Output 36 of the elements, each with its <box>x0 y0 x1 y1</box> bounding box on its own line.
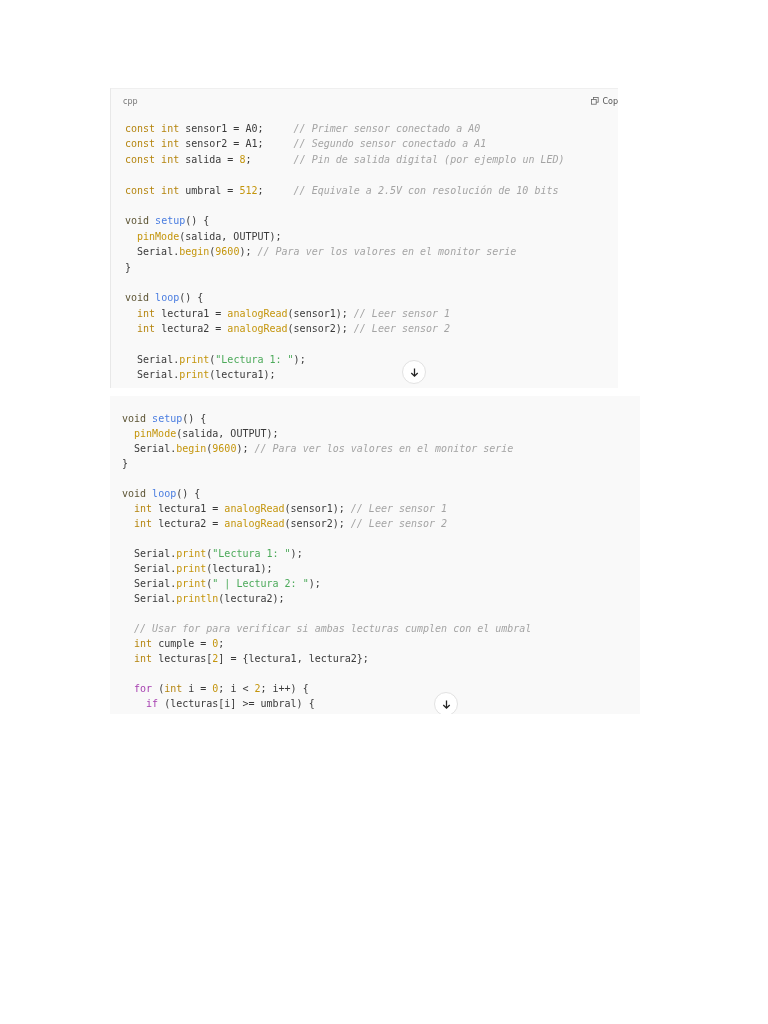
code-line: const int salida = 8; // Pin de salida digital (por ejemplo un LED) <box>125 153 565 165</box>
code-line: const int sensor1 = A0; // Primer sensor conectado a A0 <box>125 123 481 134</box>
arrow-down-icon <box>440 698 452 710</box>
code-line: } <box>122 458 129 469</box>
code-line: Serial.print("Lectura 1: "); <box>136 353 306 365</box>
code-line: } <box>125 261 132 273</box>
code-line: // Usar for para verificar si ambas lecturas cumplen con el umbral <box>133 623 532 634</box>
code-line: pinMode(salida, OUTPUT); <box>136 230 282 242</box>
code-line: pinMode(salida, OUTPUT); <box>133 428 279 439</box>
code-line: if (lecturas[i] >= umbral) { <box>145 698 315 709</box>
code-line: void setup() { <box>122 413 207 424</box>
code-line: void setup() { <box>125 215 210 227</box>
copy-button[interactable]: Cop <box>591 96 618 106</box>
code-line: int lectura1 = analogRead(sensor1); // Leer sensor 1 <box>136 307 451 319</box>
scroll-down-button[interactable] <box>434 692 458 714</box>
code-line: Serial.print("Lectura 1: "); <box>133 548 303 559</box>
code-line: void loop() { <box>125 292 204 304</box>
code-line: Serial.begin(9600); // Para ver los valores en el monitor serie <box>133 443 514 454</box>
code-line: const int sensor2 = A1; // Segundo sensor conectado a A1 <box>125 138 487 150</box>
code-line: int lecturas[2] = {lectura1, lectura2}; <box>133 653 369 664</box>
code-line: int lectura2 = analogRead(sensor2); // Leer sensor 2 <box>136 323 451 335</box>
code-line: Serial.begin(9600); // Para ver los valores en el monitor serie <box>136 246 517 258</box>
copy-icon <box>591 97 600 105</box>
code-line: void loop() { <box>122 488 201 499</box>
language-label: cpp <box>123 96 138 106</box>
code-line: Serial.print(lectura1); <box>133 563 273 574</box>
arrow-down-icon <box>408 366 420 378</box>
code-line: const int umbral = 512; // Equivale a 2.5V con resolución de 10 bits <box>125 184 559 196</box>
code-line: int cumple = 0; <box>133 638 225 649</box>
scroll-down-button[interactable] <box>402 360 426 384</box>
code-line: for (int i = 0; i < 2; i++) { <box>133 683 309 694</box>
code-line: Serial.println(lectura2); <box>133 593 285 604</box>
code-line: int lectura2 = analogRead(sensor2); // Leer sensor 2 <box>133 518 448 529</box>
code-line: int lectura1 = analogRead(sensor1); // Leer sensor 1 <box>133 503 448 514</box>
code-line: Serial.print(lectura1); <box>136 369 276 381</box>
code-line: Serial.print(" | Lectura 2: "); <box>133 578 321 589</box>
